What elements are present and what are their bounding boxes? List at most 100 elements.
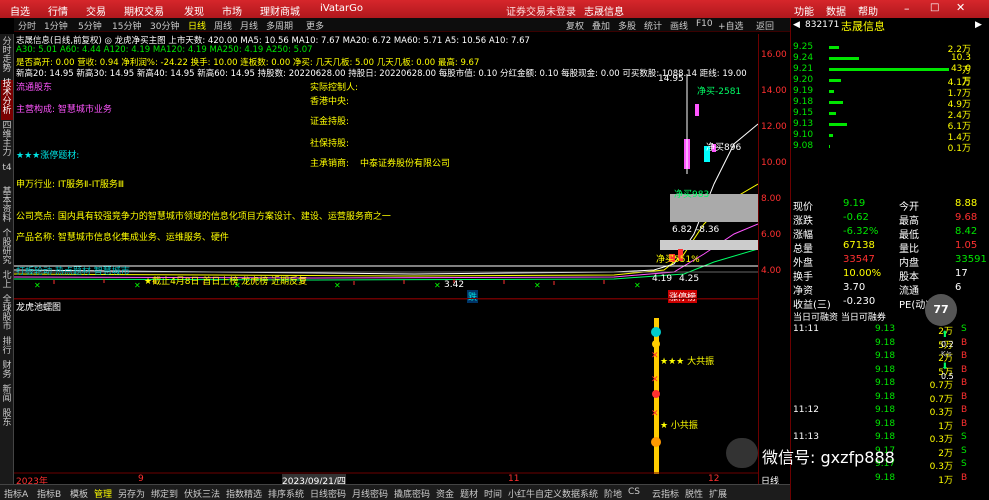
tool-huaxian[interactable]: 画线 — [670, 19, 688, 32]
book-price[interactable]: 9.15 — [793, 108, 813, 118]
bottom-tab[interactable]: 脱性 — [685, 487, 703, 500]
bottom-tab[interactable]: 撬底密码 — [394, 487, 430, 500]
period-tab[interactable]: 月线 — [240, 19, 258, 32]
tick-volume: 0.7万 — [929, 394, 953, 405]
bottom-tab[interactable]: 排序系统 — [268, 487, 304, 500]
stat-label: 股本 — [899, 272, 919, 283]
menu-jiaoyi[interactable]: 交易 — [86, 3, 106, 18]
bottom-tab[interactable]: 阶地 — [604, 487, 622, 500]
book-price[interactable]: 9.20 — [793, 75, 813, 85]
bottom-tab[interactable]: 另存为 — [118, 487, 145, 500]
period-tab[interactable]: 15分钟 — [112, 19, 141, 32]
period-tab[interactable]: 分时 — [18, 19, 36, 32]
tool-diejia[interactable]: 叠加 — [592, 19, 610, 32]
period-tab[interactable]: 30分钟 — [150, 19, 179, 32]
menu-licai[interactable]: 理财商城 — [260, 3, 300, 18]
period-tab[interactable]: 周线 — [214, 19, 232, 32]
bottom-tab[interactable]: 伏妖三法 — [184, 487, 220, 500]
menu-zixuan[interactable]: 自选 — [10, 3, 30, 18]
quote-name: 志晟信息 — [841, 20, 885, 33]
book-price[interactable]: 9.25 — [793, 42, 813, 52]
bottom-tab[interactable]: 指标A — [4, 487, 28, 500]
stat-value: -0.62 — [843, 212, 869, 223]
menu-ivatargo[interactable]: iVatarGo — [320, 3, 363, 14]
left-tab[interactable]: 排行 — [1, 338, 13, 360]
left-tab[interactable]: 新闻 — [1, 386, 13, 408]
bottom-tab[interactable]: 绑定到 — [151, 487, 178, 500]
bottom-toolbar: 指标A 指标B 模板 管理 另存为 绑定到 伏妖三法 指数精选 排序系统 日线密码 月线密码 撬底密码… — [0, 484, 790, 500]
left-tab[interactable]: 技术分析 — [1, 80, 13, 120]
bottom-tab[interactable]: 时间 — [484, 487, 502, 500]
book-price[interactable]: 9.13 — [793, 119, 813, 129]
left-tab[interactable]: t4 — [1, 164, 13, 186]
bottom-tab[interactable]: 管理 — [94, 487, 112, 500]
menu-hangqing[interactable]: 行情 — [48, 3, 68, 18]
book-price[interactable]: 9.21 — [793, 64, 813, 74]
bottom-tab[interactable]: 日线密码 — [310, 487, 346, 500]
menu-bangzhu[interactable]: 帮助 — [858, 3, 878, 18]
left-tab[interactable]: 全球股市 — [1, 296, 13, 336]
tool-add-watch[interactable]: +自选 — [718, 19, 744, 32]
left-tab[interactable]: 财务 — [1, 362, 13, 384]
period-tab[interactable]: 5分钟 — [78, 19, 102, 32]
stat-value: 9.19 — [843, 198, 866, 209]
x-axis: 2023年 9 2023/09/21/四 11 12 — [14, 474, 758, 487]
bottom-tab[interactable]: 月线密码 — [352, 487, 388, 500]
period-tab[interactable]: 1分钟 — [44, 19, 68, 32]
tool-back[interactable]: 返回 — [756, 19, 774, 32]
close-icon[interactable]: ✕ — [956, 1, 965, 14]
tick-side: B — [961, 405, 968, 415]
period-tab[interactable]: 多周期 — [266, 19, 293, 32]
quote-panel: ◀ 832171 志晟信息 ▶ 9.25 2.2万 9.24 10.3万 9.21 43.… — [790, 18, 989, 500]
minimize-icon[interactable]: – — [904, 2, 910, 15]
menu-gongneng[interactable]: 功能 — [794, 3, 814, 18]
book-price[interactable]: 9.24 — [793, 53, 813, 63]
kline-chart[interactable]: ✕ ✕ ✕ ✕ ✕ ✕ ✕ 志晟信息(日线,前复权) ◎ 龙虎净买主图 上市天数: 420… — [13, 34, 759, 303]
y-tick: 16.00 — [761, 50, 787, 60]
tool-fuquan[interactable]: 复权 — [566, 19, 584, 32]
book-volume-bar — [829, 145, 830, 148]
bottom-tab[interactable]: 题材 — [460, 487, 478, 500]
left-tab[interactable]: 四维主力 — [1, 122, 13, 162]
quote-back-icon[interactable]: ◀ — [793, 20, 800, 30]
tool-tongji[interactable]: 统计 — [644, 19, 662, 32]
bottom-tab[interactable]: 指数精选 — [226, 487, 262, 500]
tool-f10[interactable]: F10 — [696, 19, 713, 29]
book-price[interactable]: 9.10 — [793, 130, 813, 140]
menu-shuju[interactable]: 数据 — [826, 3, 846, 18]
stat-value: 8.88 — [955, 198, 978, 209]
speed-gauge[interactable]: 77 — [925, 294, 957, 326]
maximize-icon[interactable]: □ — [930, 2, 939, 13]
menu-faxian[interactable]: 发现 — [184, 3, 204, 18]
y-tick: 12.00 — [761, 122, 787, 132]
info-ssf: 社保持股: — [310, 139, 350, 149]
info-broker-label: 主承销商: — [310, 159, 350, 169]
period-tab-daily[interactable]: 日线 — [188, 19, 206, 32]
bottom-tab[interactable]: CS — [628, 487, 640, 497]
book-price[interactable]: 9.18 — [793, 97, 813, 107]
login-notice[interactable]: 证券交易未登录 — [506, 3, 576, 18]
book-price[interactable]: 9.08 — [793, 141, 813, 151]
menu-qiquan[interactable]: 期权交易 — [124, 3, 164, 18]
bottom-tab[interactable]: 云指标 — [652, 487, 679, 500]
left-tab[interactable]: 北上 — [1, 272, 13, 294]
book-price[interactable]: 9.19 — [793, 86, 813, 96]
bottom-tab[interactable]: 模板 — [70, 487, 88, 500]
bottom-tab[interactable]: 扩展 — [709, 487, 727, 500]
quote-next-icon[interactable]: ▶ — [975, 20, 982, 30]
stat-value: 8.42 — [955, 226, 978, 237]
info-broker: 中泰证券股份有限公司 — [360, 159, 451, 169]
bottom-tab[interactable]: 小红牛自定义数据系统 — [508, 487, 598, 500]
left-tab[interactable]: 基本资料 — [1, 188, 13, 228]
tool-duogu[interactable]: 多股 — [618, 19, 636, 32]
left-tab[interactable]: 个股研究 — [1, 230, 13, 270]
period-more[interactable]: 更多 — [306, 19, 324, 32]
left-tab[interactable]: 分时走势 — [1, 38, 13, 78]
info-controller: 实际控制人: — [310, 83, 359, 93]
bottom-tab[interactable]: 指标B — [37, 487, 61, 500]
bottom-tab[interactable]: 资金 — [436, 487, 454, 500]
y-tick: 14.00 — [761, 86, 787, 96]
left-tab[interactable]: 股东 — [1, 410, 13, 432]
indicator-panel[interactable]: 龙虎池蠕图 ✕ ✕ ✕ ★★★ 大共振 ★ 小共振 微信号: gxzfp888 — [14, 298, 895, 474]
menu-shichang[interactable]: 市场 — [222, 3, 242, 18]
